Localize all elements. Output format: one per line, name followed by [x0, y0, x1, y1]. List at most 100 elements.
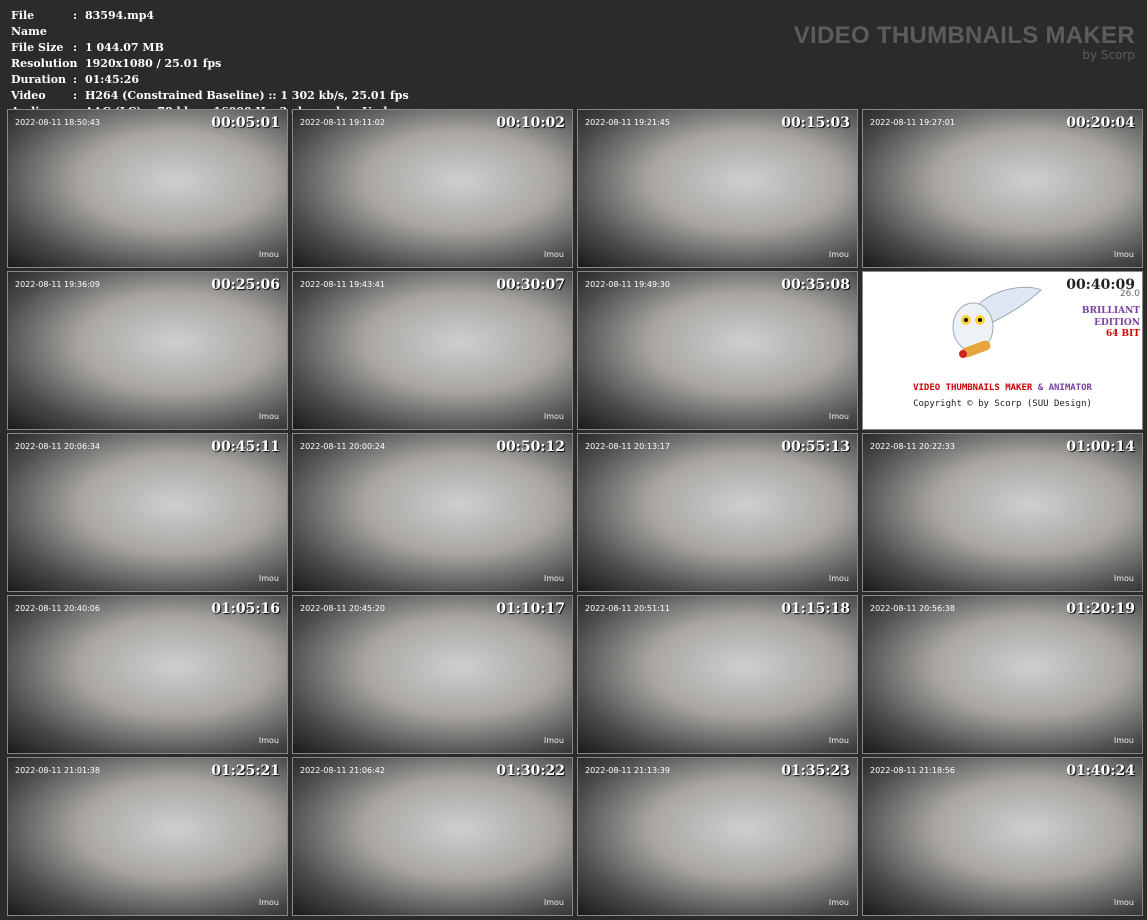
timecode: 01:20:19 — [1066, 601, 1135, 617]
product-a: VIDEO THUMBNAILS MAKER — [913, 383, 1033, 393]
info-value: H264 (Constrained Baseline) :: 1 302 kb/… — [85, 89, 409, 102]
owl-logo-icon — [952, 286, 1042, 358]
bits: 64 BIT — [1105, 329, 1140, 339]
camera-watermark: Imou — [1113, 898, 1134, 907]
info-separator: : — [73, 9, 78, 22]
camera-timestamp: 2022-08-11 19:36:09 — [15, 280, 100, 289]
timecode: 00:45:11 — [211, 439, 280, 455]
info-value: 1 044.07 MB — [85, 41, 164, 54]
thumbnail: 2022-08-11 20:06:34 00:45:11 Imou — [7, 433, 288, 592]
thumbnail: 2022-08-11 20:13:17 00:55:13 Imou — [577, 433, 858, 592]
camera-timestamp: 2022-08-11 20:56:38 — [870, 604, 955, 613]
thumbnail: 2022-08-11 21:13:39 01:35:23 Imou — [577, 757, 858, 916]
camera-timestamp: 2022-08-11 21:18:56 — [870, 766, 955, 775]
thumbnail: 2022-08-11 19:21:45 00:15:03 Imou — [577, 109, 858, 268]
thumbnail: 2022-08-11 18:50:43 00:05:01 Imou — [7, 109, 288, 268]
camera-watermark: Imou — [1113, 574, 1134, 583]
timecode: 01:35:23 — [781, 763, 850, 779]
product-name: VIDEO THUMBNAILS MAKER & ANIMATOR — [863, 383, 1142, 393]
timecode: 00:05:01 — [211, 115, 280, 131]
camera-watermark: Imou — [258, 574, 279, 583]
thumbnail: 2022-08-11 19:36:09 00:25:06 Imou — [7, 271, 288, 430]
thumbnail: 2022-08-11 20:00:24 00:50:12 Imou — [292, 433, 573, 592]
timecode: 01:25:21 — [211, 763, 280, 779]
info-separator: : — [73, 73, 78, 86]
timecode: 00:55:13 — [781, 439, 850, 455]
timecode: 01:05:16 — [211, 601, 280, 617]
thumbnail: 2022-08-11 19:43:41 00:30:07 Imou — [292, 271, 573, 430]
info-separator: : — [73, 57, 78, 70]
edition: BRILLIANT EDITION — [1082, 305, 1140, 329]
file-info-row: Video: H264 (Constrained Baseline) :: 1 3… — [11, 88, 409, 104]
camera-watermark: Imou — [828, 250, 849, 259]
timecode: 00:20:04 — [1066, 115, 1135, 131]
info-separator: : — [73, 41, 78, 54]
thumbnail: 2022-08-11 20:45:20 01:10:17 Imou — [292, 595, 573, 754]
camera-timestamp: 2022-08-11 21:01:38 — [15, 766, 100, 775]
thumbnail: 2022-08-11 20:56:38 01:20:19 Imou — [862, 595, 1143, 754]
file-info-row: File Name:83594.mp4 — [11, 8, 409, 40]
file-info-row: File Size:1 044.07 MB — [11, 40, 409, 56]
camera-timestamp: 2022-08-11 20:51:11 — [585, 604, 670, 613]
camera-timestamp: 2022-08-11 20:22:33 — [870, 442, 955, 451]
camera-watermark: Imou — [828, 574, 849, 583]
info-value: 83594.mp4 — [85, 9, 155, 22]
camera-watermark: Imou — [828, 898, 849, 907]
camera-timestamp: 2022-08-11 19:11:02 — [300, 118, 385, 127]
edition-line2: EDITION — [1094, 318, 1140, 328]
info-key: File Size — [11, 41, 64, 54]
camera-watermark: Imou — [258, 736, 279, 745]
info-key: Video — [11, 89, 46, 102]
header: File Name:83594.mp4 File Size:1 044.07 MB… — [0, 0, 1147, 118]
camera-watermark: Imou — [543, 898, 564, 907]
timecode: 00:50:12 — [496, 439, 565, 455]
camera-watermark: Imou — [828, 736, 849, 745]
camera-timestamp: 2022-08-11 20:13:17 — [585, 442, 670, 451]
timecode: 00:30:07 — [496, 277, 565, 293]
timecode: 01:30:22 — [496, 763, 565, 779]
timecode: 00:15:03 — [781, 115, 850, 131]
timecode: 00:25:06 — [211, 277, 280, 293]
timecode: 00:35:08 — [781, 277, 850, 293]
edition-line1: BRILLIANT — [1081, 306, 1140, 316]
camera-timestamp: 2022-08-11 19:43:41 — [300, 280, 385, 289]
camera-timestamp: 2022-08-11 20:06:34 — [15, 442, 100, 451]
info-separator: : — [73, 89, 78, 102]
camera-watermark: Imou — [543, 574, 564, 583]
thumbnail: 2022-08-11 21:18:56 01:40:24 Imou — [862, 757, 1143, 916]
thumbnail: 2022-08-11 20:51:11 01:15:18 Imou — [577, 595, 858, 754]
watermark-by: by Scorp — [1082, 48, 1135, 62]
file-info-row: Duration:01:45:26 — [11, 72, 409, 88]
timecode: 01:40:24 — [1066, 763, 1135, 779]
camera-watermark: Imou — [258, 250, 279, 259]
camera-watermark: Imou — [543, 412, 564, 421]
copyright: Copyright © by Scorp (SUU Design) — [913, 399, 1092, 409]
camera-watermark: Imou — [543, 250, 564, 259]
camera-timestamp: 2022-08-11 21:13:39 — [585, 766, 670, 775]
camera-timestamp: 2022-08-11 21:06:42 — [300, 766, 385, 775]
timecode: 01:10:17 — [496, 601, 565, 617]
version: 26.0 — [1119, 289, 1140, 299]
camera-timestamp: 2022-08-11 19:27:01 — [870, 118, 955, 127]
logo-tile: 00:40:09 26.0 BRILLIANT EDITION 64 BIT VI… — [862, 271, 1143, 430]
watermark-title: VIDEO THUMBNAILS MAKER — [793, 22, 1135, 49]
camera-timestamp: 2022-08-11 19:49:30 — [585, 280, 670, 289]
thumbnail: 2022-08-11 20:22:33 01:00:14 Imou — [862, 433, 1143, 592]
camera-watermark: Imou — [1113, 736, 1134, 745]
timecode: 00:10:02 — [496, 115, 565, 131]
timecode: 01:15:18 — [781, 601, 850, 617]
product-amp: & — [1032, 383, 1049, 393]
thumbnail: 2022-08-11 21:01:38 01:25:21 Imou — [7, 757, 288, 916]
camera-watermark: Imou — [1113, 250, 1134, 259]
camera-watermark: Imou — [258, 898, 279, 907]
file-info-row: Resolution:1920x1080 / 25.01 fps — [11, 56, 409, 72]
camera-timestamp: 2022-08-11 20:00:24 — [300, 442, 385, 451]
info-key: Duration — [11, 73, 67, 86]
info-key: File Name — [11, 9, 47, 38]
thumbnail-grid: 2022-08-11 18:50:43 00:05:01 Imou 2022-08… — [7, 109, 1143, 916]
thumbnail: 2022-08-11 19:27:01 00:20:04 Imou — [862, 109, 1143, 268]
info-value: 1920x1080 / 25.01 fps — [85, 57, 222, 70]
info-value: 01:45:26 — [85, 73, 140, 86]
camera-timestamp: 2022-08-11 18:50:43 — [15, 118, 100, 127]
timecode: 01:00:14 — [1066, 439, 1135, 455]
